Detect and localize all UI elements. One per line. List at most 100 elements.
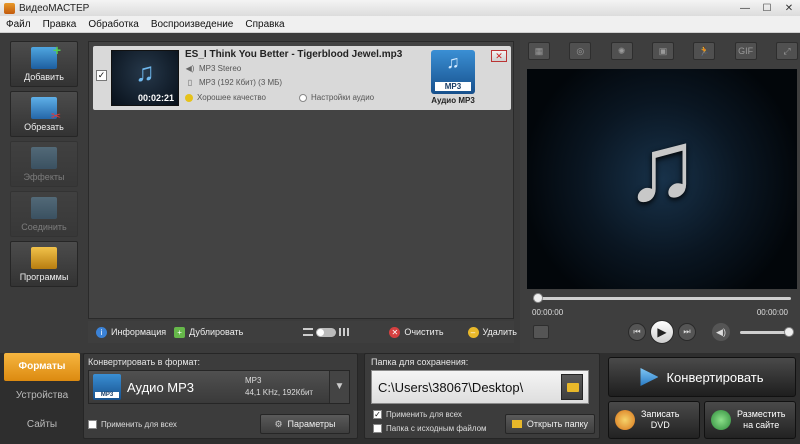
file-size-info: ▯ MP3 (192 Кбит) (3 МБ) bbox=[185, 78, 282, 87]
clear-button[interactable]: ✕ Очистить bbox=[389, 326, 444, 338]
app-icon bbox=[4, 2, 15, 14]
publish-site-line2: на сайте bbox=[743, 420, 780, 430]
source-folder-checkbox[interactable]: Папка с исходным файлом bbox=[373, 424, 487, 433]
format-name: Аудио MP3 bbox=[127, 380, 195, 395]
volume-handle[interactable] bbox=[784, 327, 794, 337]
publish-site-label: Разместить на сайте bbox=[737, 409, 785, 431]
list-item[interactable]: ✓ ♫ 00:02:21 ES_I Think You Better - Tig… bbox=[93, 46, 511, 110]
seek-handle[interactable] bbox=[533, 293, 543, 303]
menu-playback[interactable]: Воспроизведение bbox=[145, 19, 240, 30]
close-window-button[interactable]: ✕ bbox=[778, 0, 800, 16]
duplicate-button[interactable]: + Дублировать bbox=[174, 326, 243, 338]
next-frame-button[interactable]: ⏭ bbox=[678, 323, 696, 341]
bottom-panel: Форматы Устройства Сайты Конвертировать … bbox=[0, 353, 800, 444]
clear-label: Очистить bbox=[404, 327, 444, 337]
camera-icon[interactable]: ◎ bbox=[569, 42, 592, 60]
burn-dvd-line1: Записать bbox=[641, 409, 680, 419]
programs-label: Программы bbox=[19, 272, 69, 282]
folder-icon[interactable] bbox=[561, 374, 583, 400]
delete-button[interactable]: – Удалить bbox=[467, 326, 517, 338]
info-icon: i bbox=[96, 326, 107, 338]
trim-button[interactable]: Обрезать bbox=[10, 91, 78, 137]
programs-icon bbox=[31, 247, 57, 269]
file-checkbox[interactable]: ✓ bbox=[96, 70, 107, 81]
delete-label: Удалить bbox=[482, 327, 517, 337]
music-note-icon: ♫ bbox=[624, 110, 700, 222]
effects-icon bbox=[31, 147, 57, 169]
tab-formats[interactable]: Форматы bbox=[4, 353, 80, 381]
file-list[interactable]: ✓ ♫ 00:02:21 ES_I Think You Better - Tig… bbox=[88, 41, 514, 319]
play-button[interactable]: ▶ bbox=[650, 320, 674, 344]
remove-file-button[interactable]: ✕ bbox=[491, 50, 507, 62]
quality-option[interactable]: Хорошее качество bbox=[185, 93, 266, 102]
preview-toolbar: ▦ ◎ ✺ ▣ 🏃 GIF ⤢ bbox=[528, 39, 798, 63]
brightness-icon[interactable]: ✺ bbox=[610, 42, 633, 60]
publish-site-button[interactable]: Разместить на сайте bbox=[704, 401, 796, 439]
tab-devices[interactable]: Устройства bbox=[4, 382, 80, 410]
quality-dot-icon bbox=[185, 93, 193, 102]
save-path-input[interactable]: C:\Users\38067\Desktop\ bbox=[371, 370, 589, 404]
grid-view-icon bbox=[339, 328, 350, 336]
add-video-icon bbox=[31, 42, 61, 69]
menu-edit[interactable]: Правка bbox=[37, 19, 83, 30]
open-folder-button[interactable]: Открыть папку bbox=[505, 414, 595, 434]
snapshot-icon[interactable] bbox=[533, 325, 549, 339]
apply-all-format-checkbox[interactable]: Применить для всех bbox=[88, 420, 177, 429]
tab-sites[interactable]: Сайты bbox=[4, 411, 80, 439]
volume-slider[interactable] bbox=[740, 327, 794, 337]
format-selector[interactable]: Аудио MP3 MP3 44,1 KHz, 192Кбит ▼ bbox=[88, 370, 350, 404]
file-thumbnail[interactable]: ♫ 00:02:21 bbox=[111, 50, 179, 106]
menu-file[interactable]: Файл bbox=[0, 19, 37, 30]
parameters-label: Параметры bbox=[287, 419, 336, 429]
trim-label: Обрезать bbox=[24, 122, 64, 132]
window-title: ВидеоМАСТЕР bbox=[19, 2, 90, 14]
add-button[interactable]: Добавить bbox=[10, 41, 78, 87]
volume-icon[interactable]: ◀) bbox=[712, 323, 730, 341]
view-switch-icon bbox=[316, 327, 337, 337]
speaker-icon: ◀) bbox=[185, 64, 195, 73]
menu-help[interactable]: Справка bbox=[239, 19, 290, 30]
quality-text: Хорошее качество bbox=[197, 93, 266, 102]
play-arrow-icon bbox=[640, 368, 659, 386]
burn-dvd-label: Записать DVD bbox=[641, 409, 679, 431]
audio-settings-option[interactable]: Настройки аудио bbox=[299, 93, 374, 102]
info-button[interactable]: i Информация bbox=[96, 326, 166, 338]
fullscreen-icon[interactable]: ⤢ bbox=[775, 42, 798, 60]
apply-all-folder-checkbox[interactable]: ✓ Применить для всех bbox=[373, 410, 462, 419]
effects-label: Эффекты bbox=[23, 172, 65, 182]
music-note-icon: ♫ bbox=[135, 57, 155, 87]
chevron-down-icon[interactable]: ▼ bbox=[329, 371, 349, 403]
filmstrip-icon[interactable]: ▦ bbox=[528, 42, 550, 60]
save-path-text: C:\Users\38067\Desktop\ bbox=[378, 380, 524, 395]
minimize-button[interactable]: — bbox=[734, 0, 756, 16]
menu-process[interactable]: Обработка bbox=[82, 19, 144, 30]
file-size-text: MP3 (192 Кбит) (3 МБ) bbox=[199, 78, 283, 87]
gif-icon[interactable]: GIF bbox=[734, 42, 757, 60]
join-button[interactable]: Соединить bbox=[10, 191, 78, 237]
seek-slider[interactable] bbox=[533, 293, 791, 303]
checkbox-box: ✓ bbox=[373, 410, 382, 419]
format-params: 44,1 KHz, 192Кбит bbox=[245, 388, 314, 397]
list-view-icon bbox=[303, 328, 314, 336]
programs-button[interactable]: Программы bbox=[10, 241, 78, 287]
preview-screen[interactable]: ♫ bbox=[527, 69, 797, 289]
subtitles-icon[interactable]: ▣ bbox=[651, 42, 674, 60]
maximize-button[interactable]: ☐ bbox=[756, 0, 778, 16]
delete-icon: – bbox=[467, 326, 479, 338]
apply-all-format-label: Применить для всех bbox=[101, 420, 177, 429]
window-controls: — ☐ ✕ bbox=[734, 0, 800, 16]
save-folder-panel: Папка для сохранения: C:\Users\38067\Des… bbox=[364, 353, 600, 439]
audio-settings-text: Настройки аудио bbox=[311, 93, 375, 102]
convert-button[interactable]: Конвертировать bbox=[608, 357, 796, 397]
output-format-badge[interactable]: ♫ MP3 bbox=[431, 50, 475, 94]
audio-settings-dot-icon bbox=[299, 93, 307, 102]
parameters-button[interactable]: ⚙ Параметры bbox=[260, 414, 350, 434]
speed-icon[interactable]: 🏃 bbox=[693, 42, 716, 60]
view-toggle[interactable] bbox=[303, 327, 350, 337]
burn-dvd-button[interactable]: Записать DVD bbox=[608, 401, 700, 439]
open-folder-icon bbox=[511, 420, 522, 428]
checkbox-box bbox=[88, 420, 97, 429]
prev-frame-button[interactable]: ⏮ bbox=[628, 323, 646, 341]
effects-button[interactable]: Эффекты bbox=[10, 141, 78, 187]
file-audio-info: ◀) MP3 Stereo bbox=[185, 64, 242, 73]
